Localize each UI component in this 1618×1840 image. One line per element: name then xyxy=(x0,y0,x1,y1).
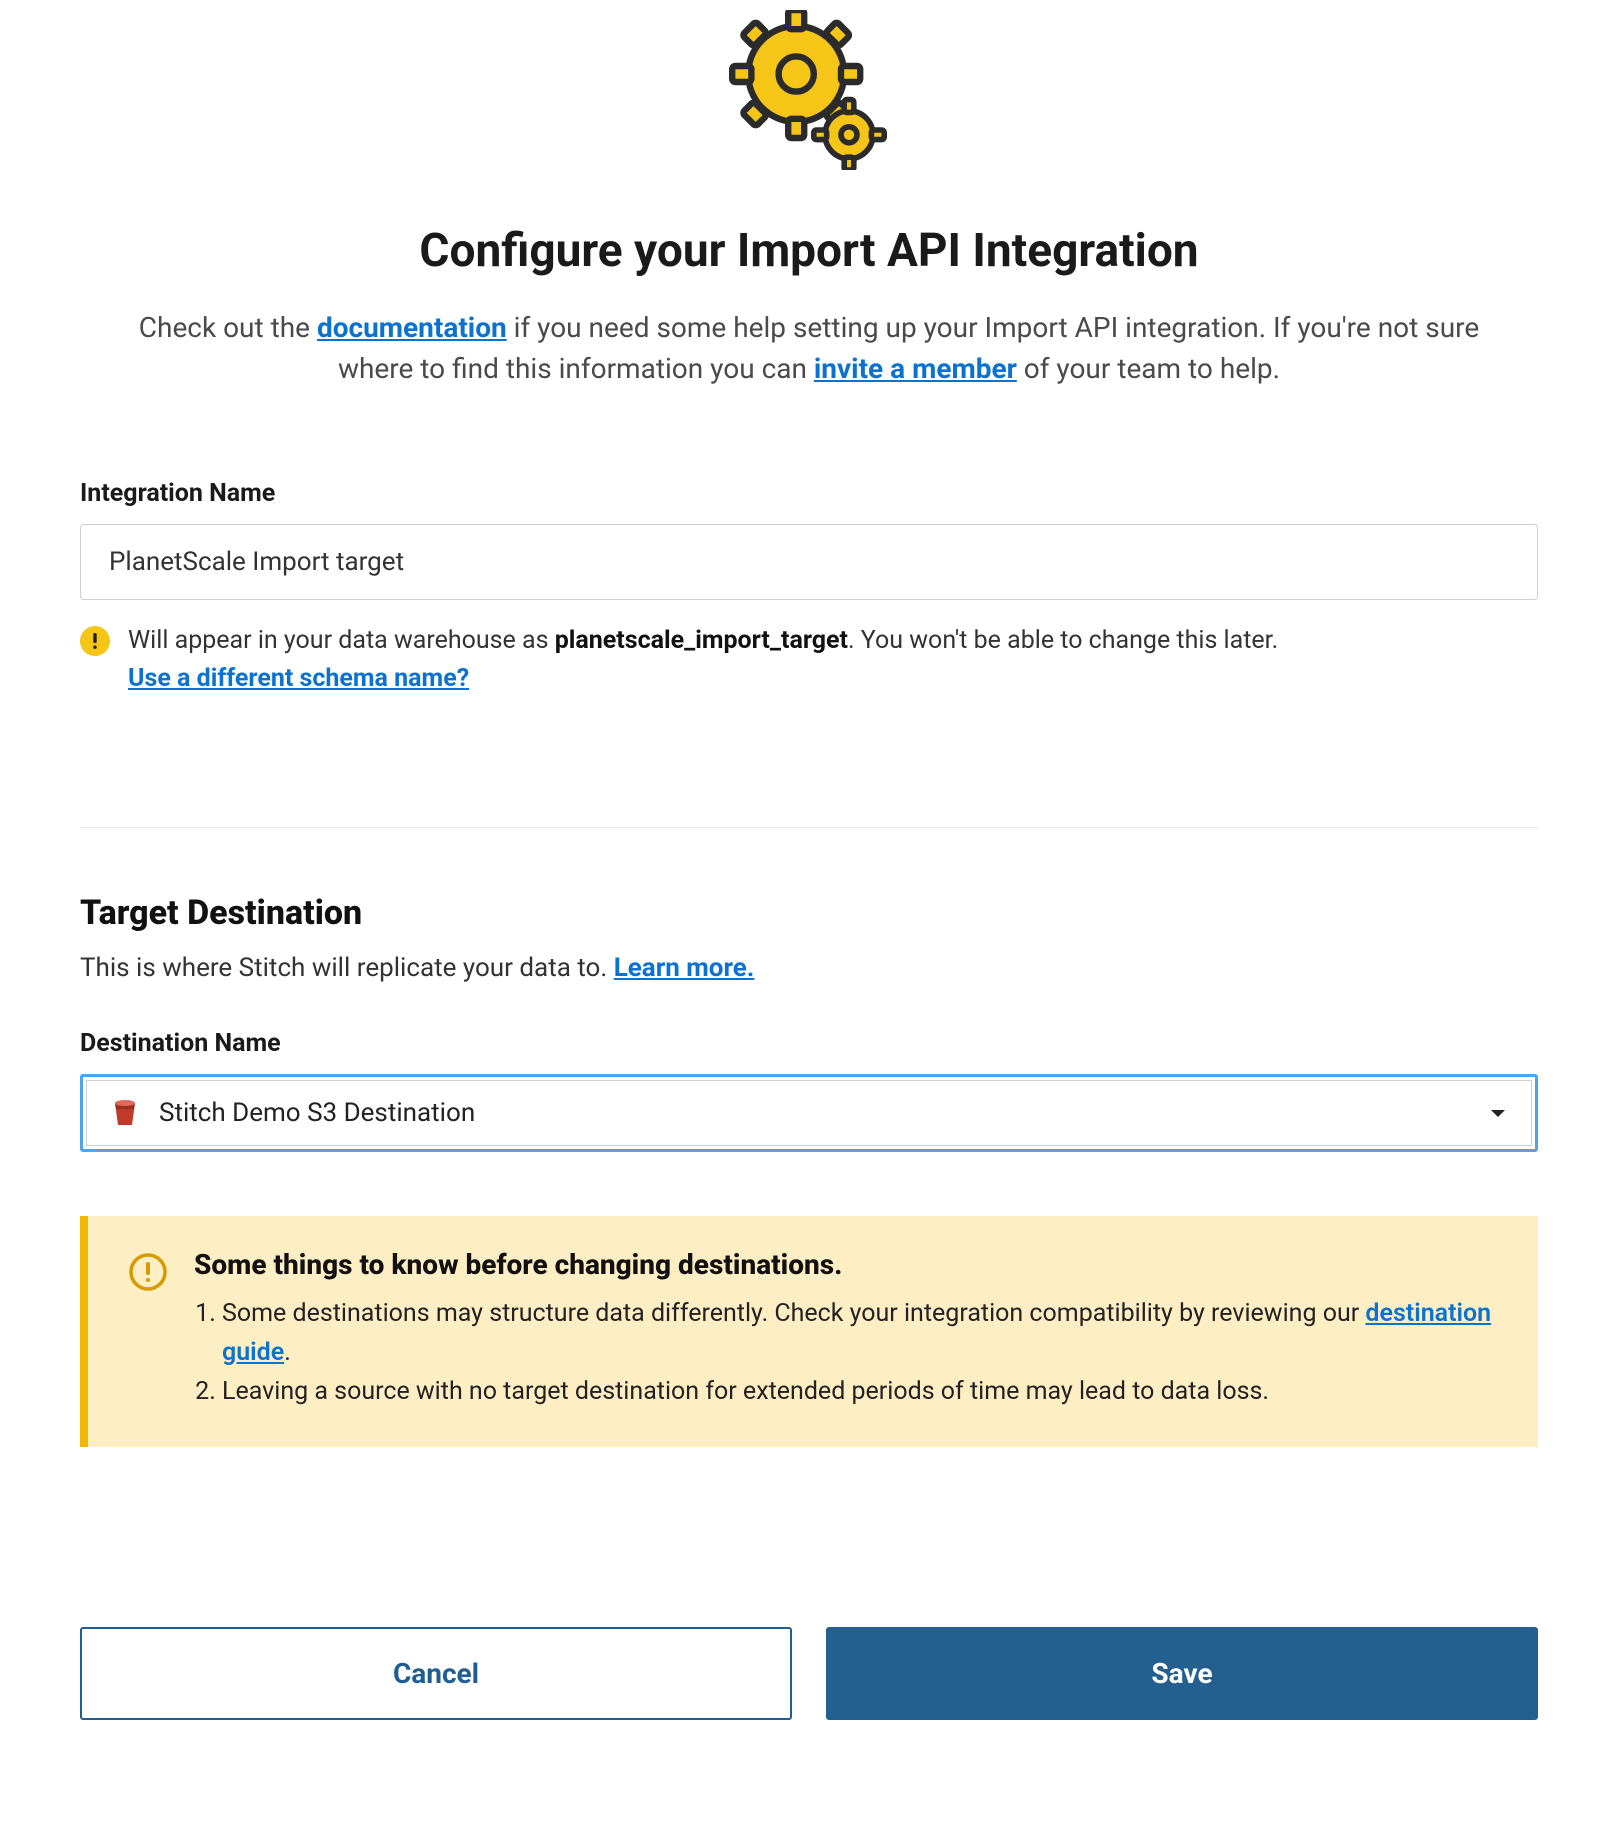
target-destination-title: Target Destination xyxy=(80,893,1538,933)
integration-hint: Will appear in your data warehouse as pl… xyxy=(80,622,1538,697)
callout-item-1-prefix: Some destinations may structure data dif… xyxy=(222,1299,1365,1328)
documentation-link[interactable]: documentation xyxy=(317,311,507,344)
s3-bucket-icon xyxy=(109,1097,141,1129)
destination-warning-callout: Some things to know before changing dest… xyxy=(80,1216,1538,1447)
intro-prefix: Check out the xyxy=(139,311,317,344)
integration-name-input[interactable] xyxy=(80,524,1538,600)
destination-select[interactable]: Stitch Demo S3 Destination xyxy=(86,1080,1532,1146)
target-destination-desc: This is where Stitch will replicate your… xyxy=(80,953,1538,983)
learn-more-link[interactable]: Learn more. xyxy=(614,953,755,983)
gear-icon xyxy=(729,10,889,174)
intro-text: Check out the documentation if you need … xyxy=(129,308,1489,389)
chevron-down-icon xyxy=(1487,1102,1509,1124)
action-buttons: Cancel Save xyxy=(80,1627,1538,1720)
warning-icon xyxy=(80,626,110,656)
destination-select-focus-ring: Stitch Demo S3 Destination xyxy=(80,1074,1538,1152)
callout-item-1-suffix: . xyxy=(284,1338,291,1367)
callout-item-1: Some destinations may structure data dif… xyxy=(222,1295,1498,1373)
section-divider xyxy=(80,827,1538,828)
hint-prefix: Will appear in your data warehouse as xyxy=(128,626,555,655)
destination-select-value: Stitch Demo S3 Destination xyxy=(159,1098,1469,1128)
alert-circle-icon xyxy=(128,1252,168,1292)
intro-suffix: of your team to help. xyxy=(1017,352,1280,385)
callout-item-2: Leaving a source with no target destinat… xyxy=(222,1373,1498,1412)
page-title: Configure your Import API Integration xyxy=(80,224,1538,278)
hint-suffix: . You won't be able to change this later… xyxy=(848,626,1278,655)
destination-name-label: Destination Name xyxy=(80,1029,1538,1058)
destination-desc-prefix: This is where Stitch will replicate your… xyxy=(80,953,614,983)
different-schema-link[interactable]: Use a different schema name? xyxy=(128,664,469,693)
save-button[interactable]: Save xyxy=(826,1627,1538,1720)
callout-title: Some things to know before changing dest… xyxy=(194,1248,1498,1281)
callout-list: Some destinations may structure data dif… xyxy=(194,1295,1498,1411)
cancel-button[interactable]: Cancel xyxy=(80,1627,792,1720)
integration-name-label: Integration Name xyxy=(80,479,1538,508)
hint-schema: planetscale_import_target xyxy=(555,626,848,655)
invite-member-link[interactable]: invite a member xyxy=(814,352,1017,385)
